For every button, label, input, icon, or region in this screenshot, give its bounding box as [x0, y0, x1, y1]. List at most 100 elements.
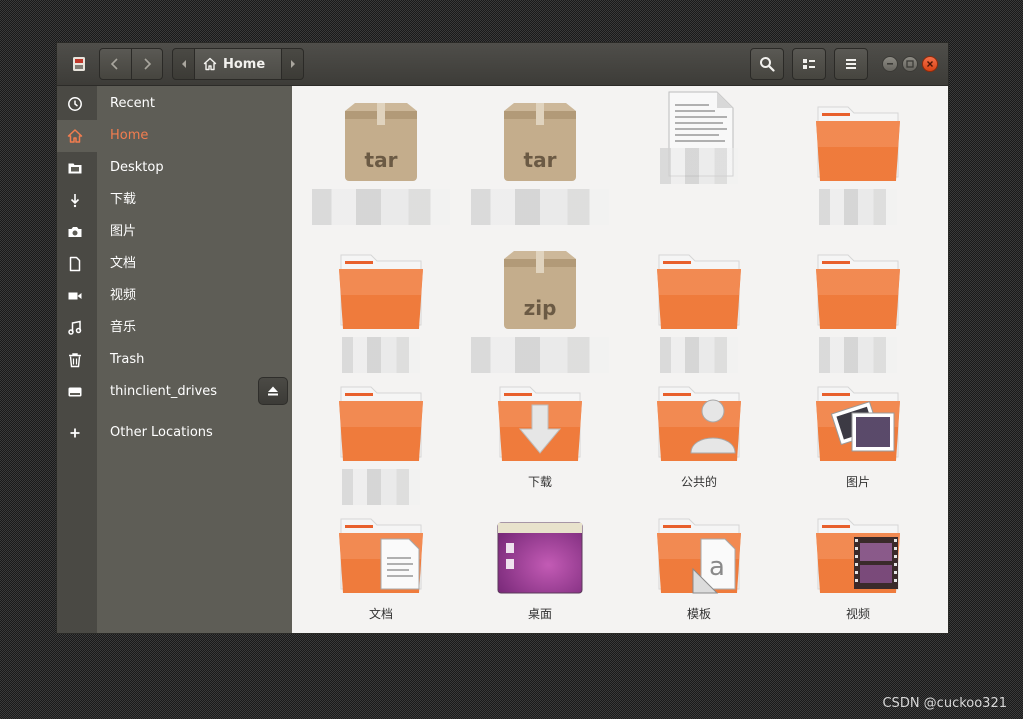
hamburger-menu-icon — [846, 59, 856, 69]
sidebar-item-label: Recent — [110, 96, 155, 111]
sidebar-item-label: 下载 — [110, 192, 137, 207]
file-item[interactable] — [624, 249, 774, 374]
camera-icon — [68, 227, 82, 237]
sidebar-item-label: thinclient_drives — [110, 384, 218, 399]
triangle-left-icon — [181, 60, 186, 68]
folder-downloads[interactable]: 下载 — [465, 381, 615, 506]
blurred-filename — [660, 337, 738, 373]
path-home-button[interactable]: Home — [194, 49, 282, 79]
chevron-left-icon — [111, 58, 118, 70]
sidebar-item-label: Home — [110, 128, 149, 143]
video-icon — [68, 292, 82, 300]
sidebar-item-recent[interactable]: Recent — [57, 88, 292, 120]
file-name: 文档 — [368, 607, 393, 621]
folder-documents[interactable]: 文档 — [306, 513, 456, 633]
forward-button[interactable] — [130, 49, 163, 79]
file-item[interactable] — [783, 101, 933, 226]
folder-icon — [812, 249, 904, 337]
file-item[interactable]: tar — [465, 101, 615, 226]
eject-button[interactable] — [258, 377, 288, 405]
view-toggle-button[interactable] — [792, 48, 826, 80]
folder-documents-icon — [335, 513, 427, 601]
sidebar-item-thinclient-drives[interactable]: thinclient_drives — [57, 376, 292, 408]
folder-videos[interactable]: 视频 — [783, 513, 933, 633]
folder-download-icon — [494, 381, 586, 469]
maximize-icon — [906, 60, 914, 68]
blurred-filename — [660, 148, 738, 184]
folder-icon — [653, 249, 745, 337]
sidebar-item-music[interactable]: 音乐 — [57, 312, 292, 344]
folder-desktop-icon — [494, 513, 586, 601]
tar-archive-icon: tar — [335, 101, 427, 189]
menu-button[interactable] — [834, 48, 868, 80]
file-item[interactable]: zip — [465, 249, 615, 374]
back-button[interactable] — [100, 49, 131, 79]
file-item[interactable]: tar — [306, 101, 456, 226]
close-button[interactable] — [922, 56, 938, 72]
blurred-filename — [819, 337, 897, 373]
file-manager-window: Home Recent Home Desktop 下载 图片 文档 视频 音乐 … — [57, 43, 948, 633]
close-icon — [927, 61, 933, 67]
blurred-filename — [471, 189, 609, 225]
zip-archive-icon: zip — [494, 249, 586, 337]
search-icon — [760, 57, 775, 72]
sidebar-item-home[interactable]: Home — [57, 120, 292, 152]
file-item[interactable] — [306, 249, 456, 374]
document-icon — [69, 256, 81, 272]
file-name: 公共的 — [680, 475, 717, 489]
sidebar-item-trash[interactable]: Trash — [57, 344, 292, 376]
path-home-label: Home — [223, 56, 266, 72]
sidebar-item-other-locations[interactable]: Other Locations — [57, 417, 292, 449]
file-item[interactable] — [783, 249, 933, 374]
file-name: 下载 — [527, 475, 552, 489]
archive-badge-text: tar — [365, 148, 398, 172]
file-item[interactable] — [306, 381, 456, 506]
watermark-text: CSDN @cuckoo321 — [882, 696, 1007, 711]
folder-icon — [812, 101, 904, 189]
sidebar-item-label: 图片 — [110, 224, 137, 239]
sidebar-item-videos[interactable]: 视频 — [57, 280, 292, 312]
file-name: 桌面 — [527, 607, 552, 621]
template-glyph: a — [709, 552, 725, 582]
blurred-filename — [471, 337, 609, 373]
sidebar-item-label: Desktop — [110, 160, 164, 175]
folder-pictures[interactable]: 图片 — [783, 381, 933, 506]
archive-badge-text: zip — [524, 296, 557, 320]
folder-pictures-icon — [812, 381, 904, 469]
sidebar-item-desktop[interactable]: Desktop — [57, 152, 292, 184]
sidebar-item-label: Trash — [110, 352, 145, 367]
path-bar: Home — [172, 48, 304, 80]
sidebar-item-documents[interactable]: 文档 — [57, 248, 292, 280]
path-scroll-left-button[interactable] — [173, 49, 194, 79]
file-name: 图片 — [845, 475, 870, 489]
drive-icon — [68, 387, 82, 397]
sidebar-item-downloads[interactable]: 下载 — [57, 184, 292, 216]
folder-desktop[interactable]: 桌面 — [465, 513, 615, 633]
clock-icon — [68, 97, 82, 111]
file-name: 视频 — [845, 607, 870, 621]
folder-public[interactable]: 公共的 — [624, 381, 774, 506]
file-item[interactable] — [624, 90, 774, 215]
path-scroll-right-button[interactable] — [282, 49, 303, 79]
minimize-icon — [887, 63, 893, 65]
sidebar-item-pictures[interactable]: 图片 — [57, 216, 292, 248]
search-button[interactable] — [750, 48, 784, 80]
sidebar-item-label: Other Locations — [110, 425, 213, 440]
folder-videos-icon — [812, 513, 904, 601]
trash-icon — [69, 353, 81, 368]
sidebar-item-label: 视频 — [110, 288, 137, 303]
home-icon — [203, 57, 217, 71]
maximize-button[interactable] — [902, 56, 918, 72]
navigation-buttons — [99, 48, 163, 80]
triangle-right-icon — [290, 60, 295, 68]
app-menu-button[interactable] — [63, 48, 95, 80]
blurred-filename — [819, 189, 897, 225]
desktop-icon — [68, 163, 82, 174]
minimize-button[interactable] — [882, 56, 898, 72]
blurred-filename — [342, 469, 420, 505]
blurred-filename — [312, 189, 450, 225]
folder-public-icon — [653, 381, 745, 469]
file-grid: tar tar zip 下载 公共的 图片 文档 桌面 a 模板 视频 — [292, 86, 948, 633]
download-icon — [70, 194, 80, 208]
folder-templates[interactable]: a 模板 — [624, 513, 774, 633]
